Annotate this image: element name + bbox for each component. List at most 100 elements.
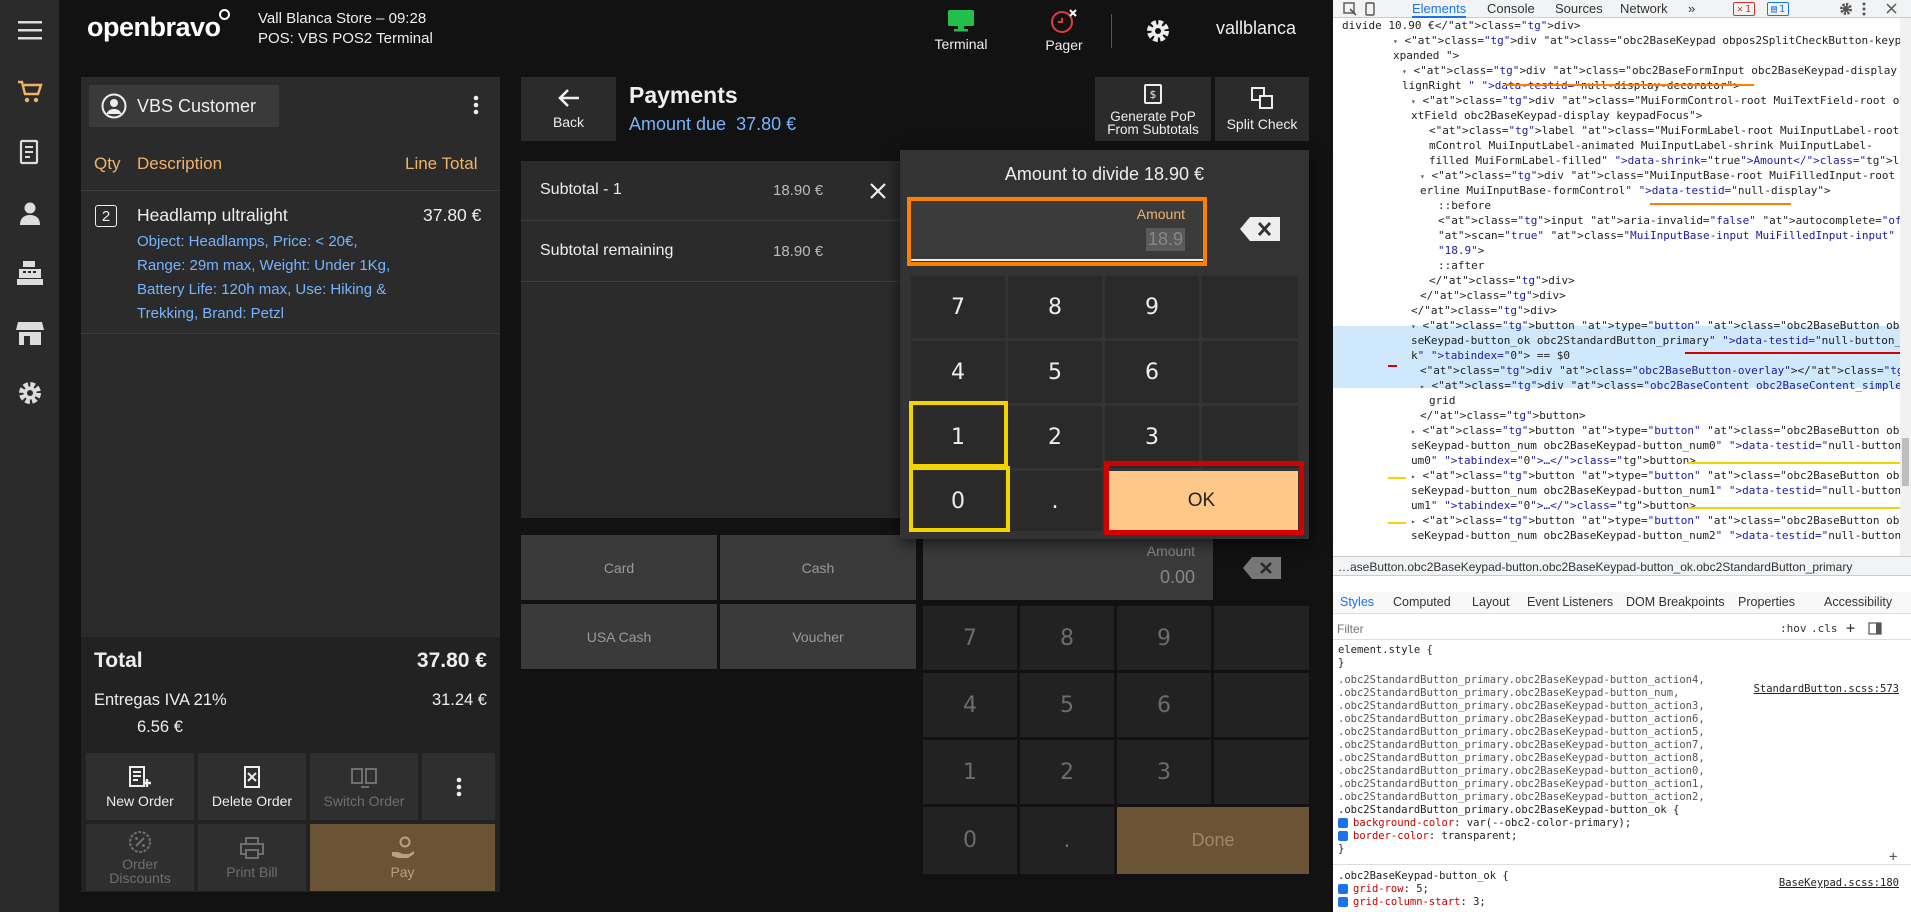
dom-line[interactable]: ::before [1438,198,1491,213]
pager-button[interactable]: Pager [1019,4,1109,56]
customer-button[interactable]: VBS Customer [89,85,279,127]
styles-filter-input[interactable] [1337,621,1697,637]
dom-line[interactable]: grid [1429,393,1456,408]
tab-more[interactable]: » [1688,0,1695,18]
add-declaration-icon[interactable]: + [1889,849,1897,865]
receipts-icon[interactable] [12,134,47,169]
divide-key-5[interactable]: 5 [1008,341,1102,403]
switch-order-button[interactable]: Switch Order [310,753,418,820]
tab-dom-breakpoints[interactable]: DOM Breakpoints [1626,595,1725,609]
divide-key-9[interactable]: 9 [1105,276,1199,338]
dom-line[interactable]: ::after [1438,258,1484,273]
dom-line[interactable]: </"at">class="tg">div> [1429,273,1575,288]
tab-sources[interactable]: Sources [1555,0,1603,18]
generate-pop-button[interactable]: $ Generate PoP From Subtotals [1095,77,1211,141]
new-order-button[interactable]: New Order [86,753,194,820]
cls-toggle[interactable]: .cls [1811,622,1838,635]
dom-line[interactable]: <"at">class="tg">input "at">aria-invalid… [1438,213,1911,228]
user-name[interactable]: vallblanca [1216,18,1296,39]
divide-key-8[interactable]: 8 [1008,276,1102,338]
customer-icon[interactable] [12,195,47,230]
payment-key-5[interactable]: 5 [1020,673,1114,737]
css-line[interactable]: .obc2StandardButton_primary.obc2BaseKeyp… [1338,791,1705,804]
dom-line[interactable]: ▾ <"at">class="tg">div "at">class="MuiIn… [1420,168,1911,183]
message-count-badge[interactable]: ▤ 1 [1767,2,1790,16]
css-line[interactable]: grid-column-start: 3; [1338,896,1486,909]
divide-key-3[interactable]: 3 [1105,406,1199,468]
order-more-button[interactable] [461,87,491,123]
menu-icon[interactable] [12,12,47,47]
hov-toggle[interactable]: :hov [1780,622,1807,635]
dom-line[interactable]: ▾ <"at">class="tg">div "at">class="obc2B… [1393,33,1911,48]
payment-key-8[interactable]: 8 [1020,606,1114,670]
dom-line[interactable]: seKeypad-button_ok obc2StandardButton_pr… [1411,333,1908,348]
dom-line[interactable]: ▾ <"at">class="tg">button "at">type="but… [1411,318,1911,333]
dom-line[interactable]: um1" ">tabindex="0">…</">class="tg">butt… [1411,498,1696,513]
devtools-settings-icon[interactable] [1839,2,1853,16]
method-voucher-button[interactable]: Voucher [720,604,916,669]
dom-line[interactable]: "at">scan="true" "at">class="MuiInputBas… [1438,228,1911,243]
dom-line[interactable]: xpanded "> [1393,48,1459,63]
tab-elements[interactable]: Elements [1412,0,1467,18]
divide-backspace-button[interactable] [1221,196,1299,261]
css-line[interactable]: .obc2StandardButton_primary.obc2BaseKeyp… [1338,713,1705,726]
css-line[interactable]: grid-row: 5; [1338,883,1429,896]
print-bill-button[interactable]: Print Bill [198,824,306,891]
dom-line[interactable]: seKeypad-button_num obc2BaseKeypad-butto… [1411,483,1911,498]
payment-key-9[interactable]: 9 [1117,606,1211,670]
store-icon[interactable] [12,315,47,350]
dom-line[interactable]: ▸ <"at">class="tg">button "at">type="but… [1411,468,1911,483]
divide-key-4[interactable]: 4 [911,341,1005,403]
dom-line[interactable]: xtField obc2BaseKeypad-display keypadFoc… [1411,108,1702,123]
inspect-icon[interactable] [1343,2,1357,16]
css-line[interactable]: .obc2StandardButton_primary.obc2BaseKeyp… [1338,674,1705,687]
devtools-close-icon[interactable] [1886,3,1897,14]
delete-order-button[interactable]: Delete Order [198,753,306,820]
dom-line[interactable]: erline MuiInputBase-formControl" ">data-… [1420,183,1831,198]
payment-key-dot[interactable]: . [1020,807,1114,874]
css-line[interactable]: border-color: transparent; [1338,830,1517,843]
settings-icon[interactable] [12,375,47,410]
css-line[interactable]: .obc2StandardButton_primary.obc2BaseKeyp… [1338,739,1705,752]
payment-key-2[interactable]: 2 [1020,740,1114,804]
dom-line[interactable]: ▾ <"at">class="tg">div "at">class="MuiFo… [1411,93,1911,108]
dom-line[interactable]: mControl MuiInputLabel-animated MuiInput… [1429,138,1873,153]
terminal-button[interactable]: Terminal [911,4,1011,56]
back-button[interactable]: Back [521,77,616,141]
method-usa-cash-button[interactable]: USA Cash [521,604,717,669]
tab-styles[interactable]: Styles [1340,595,1374,609]
dom-line[interactable]: <"at">class="tg">label "at">class="MuiFo… [1429,123,1911,138]
method-cash-button[interactable]: Cash [720,535,916,600]
tab-properties[interactable]: Properties [1738,595,1795,609]
payment-key-0[interactable]: 0 [923,807,1017,874]
tab-event-listeners[interactable]: Event Listeners [1527,595,1613,609]
css-line[interactable]: .obc2BaseKeypad-button_ok { [1338,870,1509,883]
dom-line[interactable]: seKeypad-button_num obc2BaseKeypad-butto… [1411,528,1911,543]
css-source-basekeypad[interactable]: BaseKeypad.scss:180 [1779,877,1899,889]
payment-key-7[interactable]: 7 [923,606,1017,670]
divide-key-7[interactable]: 7 [911,276,1005,338]
payment-backspace-button[interactable] [1232,550,1292,586]
split-check-button[interactable]: Split Check [1215,77,1309,141]
dom-line[interactable]: "18.9"> [1438,243,1484,258]
remove-subtotal-button[interactable] [867,180,889,202]
payment-key-6[interactable]: 6 [1117,673,1211,737]
toolbar-more-button[interactable] [422,753,495,820]
dom-line[interactable]: ▾ <"at">class="tg">div "at">class="obc2B… [1402,63,1911,78]
dom-line[interactable]: </"at">class="tg">div> [1411,303,1557,318]
payment-key-3[interactable]: 3 [1117,740,1211,804]
css-line[interactable]: .obc2StandardButton_primary.obc2BaseKeyp… [1338,778,1705,791]
css-line[interactable]: .obc2StandardButton_primary.obc2BaseKeyp… [1338,726,1705,739]
divide-key-2[interactable]: 2 [1008,406,1102,468]
css-line[interactable]: .obc2StandardButton_primary.obc2BaseKeyp… [1338,687,1679,700]
order-line[interactable]: 2 Headlamp ultralight 37.80 € Object: He… [81,191,500,333]
cash-register-icon[interactable] [12,255,47,290]
payment-key-1[interactable]: 1 [923,740,1017,804]
device-toggle-icon[interactable] [1363,2,1377,16]
css-line[interactable]: element.style { [1338,644,1433,657]
tab-console[interactable]: Console [1487,0,1535,18]
devtools-menu-icon[interactable] [1861,2,1867,16]
dom-line[interactable]: k" ">tabindex="0"> == $0 [1411,348,1570,363]
dom-line[interactable]: um0" ">tabindex="0">…</">class="tg">butt… [1411,453,1696,468]
tab-layout[interactable]: Layout [1472,595,1510,609]
